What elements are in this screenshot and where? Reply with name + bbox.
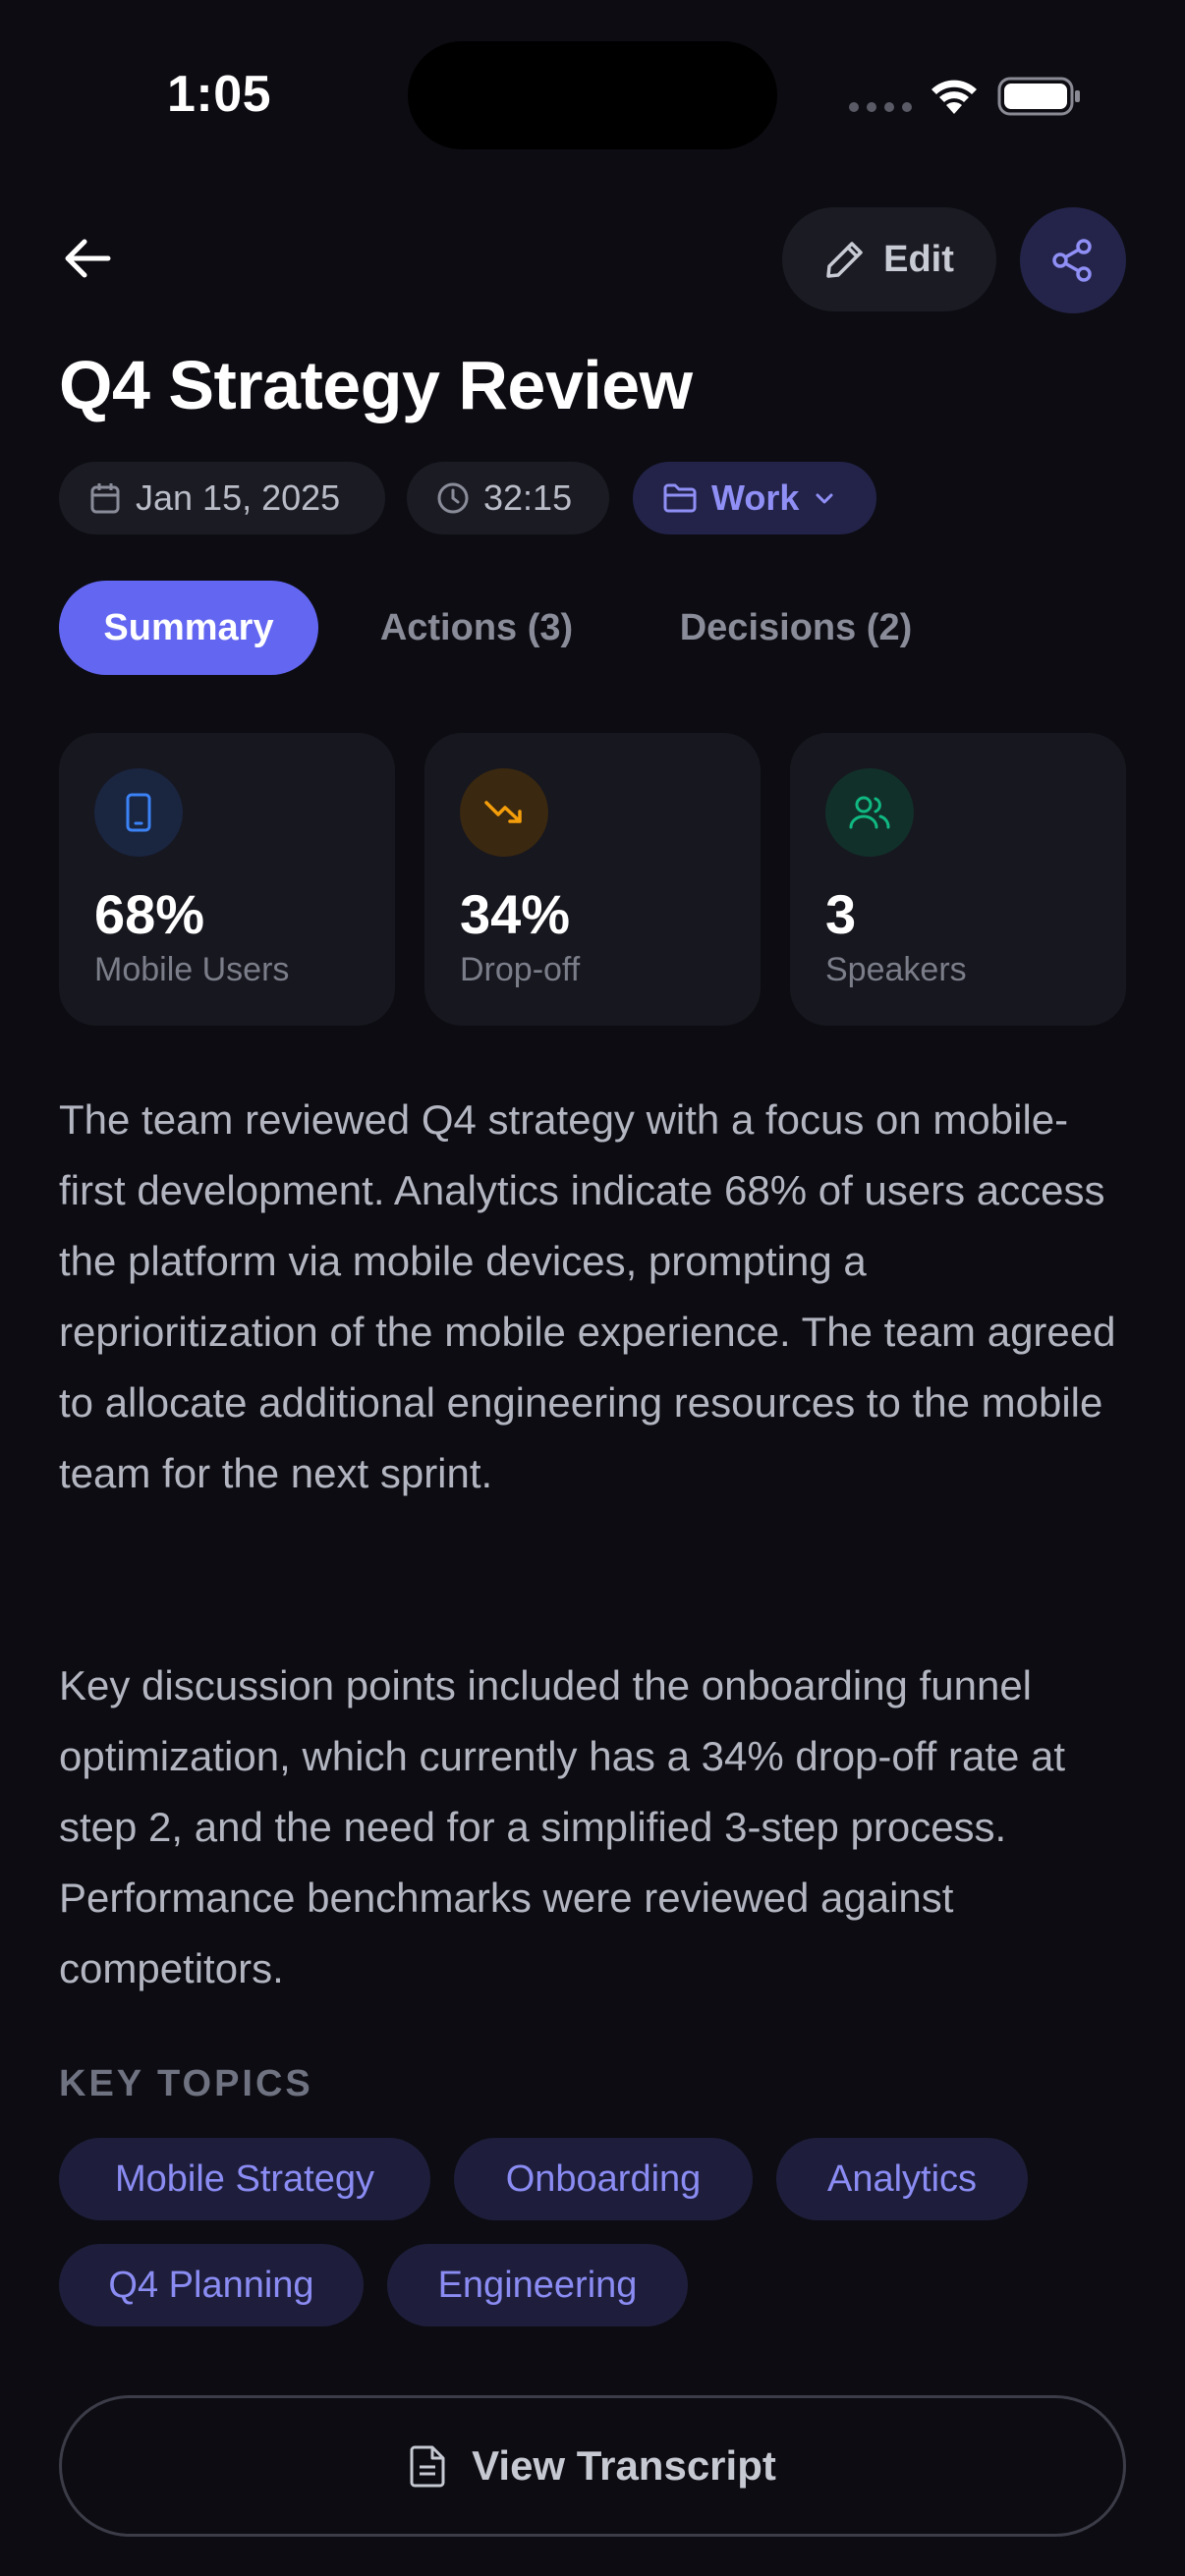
topic-tag[interactable]: Engineering (387, 2244, 688, 2326)
battery-icon (997, 75, 1082, 123)
smartphone-icon (94, 768, 183, 857)
view-transcript-button[interactable]: View Transcript (59, 2395, 1126, 2537)
edit-button-label: Edit (883, 238, 954, 280)
folder-label: Work (711, 477, 800, 518)
duration-label: 32:15 (483, 477, 573, 518)
dynamic-island (408, 41, 777, 149)
cellular-signal-icon (849, 102, 912, 112)
share-icon (1052, 239, 1092, 282)
status-time: 1:05 (167, 66, 272, 123)
stat-value: 34% (460, 883, 571, 945)
back-button[interactable] (61, 232, 114, 290)
arrow-left-icon (65, 239, 111, 278)
stat-card-speakers: 3 Speakers (790, 733, 1126, 1026)
topic-tag[interactable]: Q4 Planning (59, 2244, 364, 2326)
topic-tag[interactable]: Mobile Strategy (59, 2138, 430, 2220)
stat-label: Speakers (825, 951, 967, 988)
topic-tag[interactable]: Onboarding (454, 2138, 753, 2220)
view-transcript-label: View Transcript (472, 2442, 776, 2489)
summary-paragraph: The team reviewed Q4 strategy with a foc… (59, 1096, 1116, 1496)
clock-icon (437, 482, 469, 514)
wifi-icon (928, 75, 981, 121)
tab-decisions[interactable]: Decisions (2) (649, 581, 943, 675)
stat-label: Drop-off (460, 951, 581, 988)
tab-actions[interactable]: Actions (3) (354, 581, 599, 675)
page-title: Q4 Strategy Review (59, 347, 693, 423)
chevron-down-icon (816, 493, 833, 504)
share-button[interactable] (1020, 207, 1126, 313)
duration-chip: 32:15 (407, 462, 609, 534)
stat-label: Mobile Users (94, 951, 290, 988)
date-label: Jan 15, 2025 (136, 477, 341, 518)
stat-card-mobile-users: 68% Mobile Users (59, 733, 395, 1026)
trending-down-icon (460, 768, 548, 857)
stat-value: 68% (94, 883, 205, 945)
pencil-icon (826, 242, 863, 278)
topic-tag[interactable]: Analytics (776, 2138, 1028, 2220)
stat-card-drop-off: 34% Drop-off (424, 733, 761, 1026)
date-chip: Jan 15, 2025 (59, 462, 385, 534)
users-icon (825, 768, 914, 857)
stat-value: 3 (825, 883, 857, 945)
edit-button[interactable]: Edit (782, 207, 996, 311)
folder-icon (663, 483, 697, 513)
key-topics-heading: KEY TOPICS (59, 2063, 313, 2104)
summary-paragraph: Key discussion points included the onboa… (59, 1662, 1066, 1991)
tab-summary[interactable]: Summary (59, 581, 318, 675)
calendar-icon (90, 483, 120, 514)
document-icon (410, 2445, 445, 2488)
folder-selector[interactable]: Work (633, 462, 876, 534)
